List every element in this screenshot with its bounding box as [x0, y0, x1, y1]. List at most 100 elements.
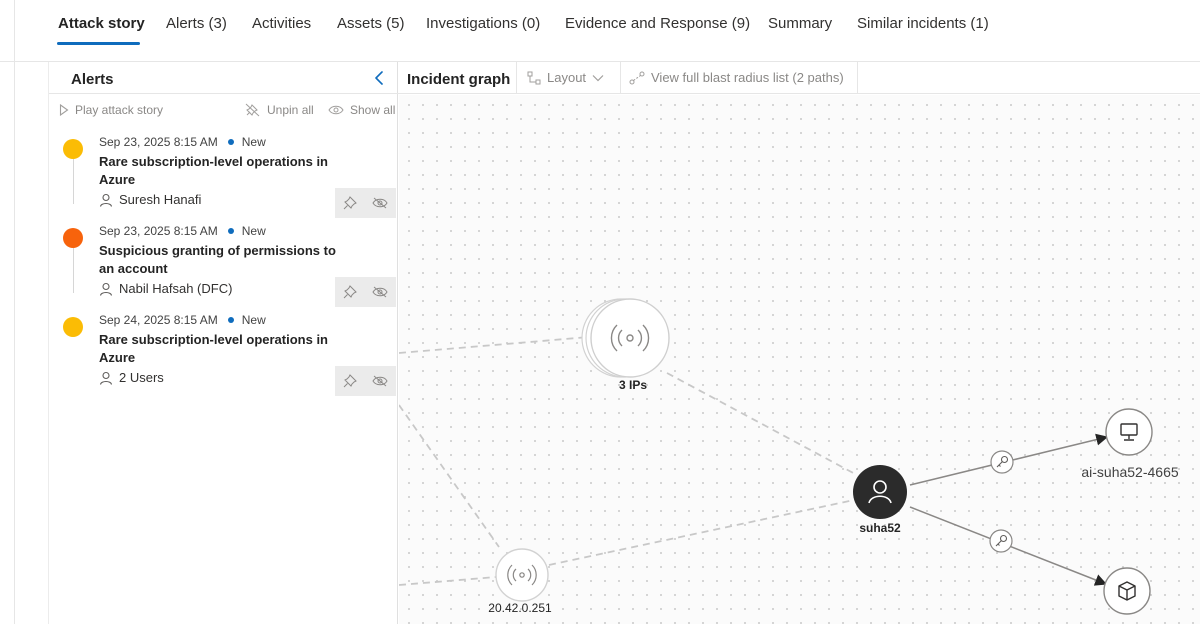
key-icon	[989, 529, 1013, 553]
graph-edge	[399, 576, 497, 586]
pin-icon	[343, 374, 357, 388]
play-icon	[59, 104, 69, 116]
device-node	[1105, 408, 1153, 456]
alert-status: New	[241, 135, 266, 149]
active-tab-indicator	[57, 42, 140, 45]
eye-off-icon	[372, 197, 388, 209]
show-all-label: Show all	[350, 103, 396, 117]
chevron-down-icon	[592, 74, 604, 81]
tab-attack-story[interactable]: Attack story	[58, 15, 145, 32]
alert-title[interactable]: Rare subscription-level operations in Az…	[99, 153, 349, 189]
tab-activities[interactable]: Activities	[252, 15, 311, 32]
incident-tabs: Attack story Alerts (3) Activities Asset…	[0, 0, 1200, 62]
alert-entity-name: 2 Users	[119, 370, 164, 385]
user-icon	[99, 371, 113, 385]
page-edge-divider	[14, 0, 15, 624]
severity-high-indicator	[63, 228, 83, 248]
header-divider	[516, 62, 517, 94]
layout-label: Layout	[547, 70, 587, 85]
pin-icon	[343, 285, 357, 299]
tab-assets[interactable]: Assets (5)	[337, 15, 405, 32]
device-node-label: ai-suha52-4665	[1081, 464, 1179, 480]
pin-alert-button[interactable]	[335, 277, 365, 307]
tab-similar-incidents[interactable]: Similar incidents (1)	[857, 15, 989, 32]
alert-status: New	[241, 313, 266, 327]
pin-icon	[343, 196, 357, 210]
alerts-panel-title: Alerts	[71, 71, 114, 88]
status-dot-icon	[227, 139, 234, 145]
alert-item[interactable]: Sep 23, 2025 8:15 AM New Rare subscripti…	[49, 131, 399, 218]
alert-item[interactable]: Sep 24, 2025 8:15 AM New Rare subscripti…	[49, 309, 399, 396]
alert-entity: Nabil Hafsah (DFC)	[99, 281, 232, 296]
graph-edge	[399, 336, 590, 354]
alert-title[interactable]: Suspicious granting of permissions to an…	[99, 242, 349, 278]
alert-entity-name: Suresh Hanafi	[119, 192, 202, 207]
eye-icon	[328, 105, 344, 115]
alert-actions	[335, 366, 396, 396]
alert-meta: Sep 23, 2025 8:15 AM New	[99, 135, 266, 149]
show-all-button[interactable]: Show all	[328, 103, 395, 117]
unpin-all-button[interactable]: Unpin all	[245, 103, 314, 117]
pin-alert-button[interactable]	[335, 188, 365, 218]
user-node-label: suha52	[859, 521, 901, 535]
ip-group-label: 3 IPs	[618, 378, 648, 392]
alert-entity: 2 Users	[99, 370, 164, 385]
alerts-panel: Alerts Play attack story Unpin all Show …	[48, 62, 399, 624]
blast-radius-label: View full blast radius list (2 paths)	[651, 70, 844, 85]
ip-node-label: 20.42.0.251	[488, 601, 552, 615]
severity-medium-indicator	[63, 139, 83, 159]
severity-medium-indicator	[63, 317, 83, 337]
incident-graph-title: Incident graph	[407, 71, 511, 88]
graph-edge	[548, 499, 855, 566]
user-icon	[99, 282, 113, 296]
incident-graph-canvas[interactable]: 3 IPs 20.42.0.251 suha52 ai-suha52-4665	[399, 95, 1200, 624]
alert-status: New	[241, 224, 266, 238]
alert-actions	[335, 188, 396, 218]
alerts-toolbar: Play attack story Unpin all Show all	[49, 95, 399, 125]
hide-alert-button[interactable]	[365, 366, 395, 396]
unpin-all-label: Unpin all	[267, 103, 314, 117]
graph-edge	[399, 404, 500, 548]
alert-entity-name: Nabil Hafsah (DFC)	[119, 281, 233, 296]
resource-node	[1103, 567, 1151, 615]
incident-graph-header: Incident graph Layout View full blast ra…	[399, 62, 1200, 94]
play-attack-story-button[interactable]: Play attack story	[59, 103, 163, 117]
alert-timestamp: Sep 23, 2025 8:15 AM	[99, 224, 218, 238]
alert-timestamp: Sep 23, 2025 8:15 AM	[99, 135, 218, 149]
layout-icon	[527, 71, 541, 84]
pin-alert-button[interactable]	[335, 366, 365, 396]
alert-timestamp: Sep 24, 2025 8:15 AM	[99, 313, 218, 327]
tab-investigations[interactable]: Investigations (0)	[426, 15, 540, 32]
alert-actions	[335, 277, 396, 307]
layout-dropdown[interactable]: Layout	[527, 70, 604, 85]
chevron-left-icon	[375, 71, 383, 85]
alert-meta: Sep 24, 2025 8:15 AM New	[99, 313, 266, 327]
view-blast-radius-button[interactable]: View full blast radius list (2 paths)	[629, 70, 844, 85]
graph-edges	[399, 298, 1153, 615]
user-icon	[99, 193, 113, 207]
eye-off-icon	[372, 286, 388, 298]
unpin-icon	[245, 103, 260, 117]
hide-alert-button[interactable]	[365, 188, 395, 218]
ip-node	[495, 548, 549, 602]
tab-alerts[interactable]: Alerts (3)	[166, 15, 227, 32]
graph-edge	[666, 372, 858, 476]
alert-entity: Suresh Hanafi	[99, 192, 201, 207]
header-divider	[620, 62, 621, 94]
alert-title[interactable]: Rare subscription-level operations in Az…	[99, 331, 349, 367]
hide-alert-button[interactable]	[365, 277, 395, 307]
user-node	[853, 465, 907, 519]
status-dot-icon	[227, 228, 234, 234]
ip-group-node	[581, 298, 670, 378]
status-dot-icon	[227, 317, 234, 323]
key-icon	[990, 450, 1014, 474]
alert-item[interactable]: Sep 23, 2025 8:15 AM New Suspicious gran…	[49, 220, 399, 307]
tab-summary[interactable]: Summary	[768, 15, 832, 32]
tab-evidence-and-response[interactable]: Evidence and Response (9)	[565, 15, 750, 32]
play-attack-story-label: Play attack story	[75, 103, 164, 117]
eye-off-icon	[372, 375, 388, 387]
blast-radius-icon	[629, 71, 645, 84]
collapse-panel-button[interactable]	[371, 68, 389, 88]
alerts-panel-header: Alerts	[49, 62, 399, 94]
header-divider	[857, 62, 858, 94]
